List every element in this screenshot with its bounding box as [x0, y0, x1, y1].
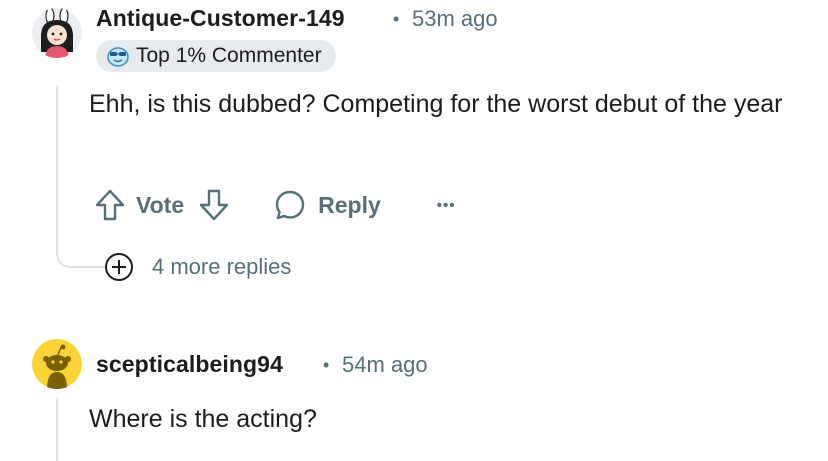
sunglasses-emoji-icon [106, 45, 130, 67]
thread-line[interactable] [56, 398, 58, 461]
avatar-snoo-icon[interactable] [32, 339, 82, 389]
more-replies-label: 4 more replies [152, 254, 292, 279]
more-replies-button[interactable]: 4 more replies [104, 252, 291, 282]
user-flair-badge: Top 1% Commenter [96, 40, 336, 72]
comment-timestamp[interactable]: 53m ago [412, 6, 498, 32]
thread-line[interactable] [56, 86, 58, 254]
thread-branch-curve [56, 238, 106, 268]
reply-label: Reply [318, 191, 381, 218]
comment-body: Ehh, is this dubbed? Competing for the w… [89, 90, 783, 118]
meta-separator: • [393, 9, 400, 29]
speech-bubble-icon [274, 189, 306, 221]
comment-timestamp[interactable]: 54m ago [342, 352, 428, 378]
reply-button[interactable]: Reply [274, 189, 381, 221]
avatar-bunny-girl-icon[interactable] [32, 8, 82, 58]
more-options-button[interactable]: ••• [437, 197, 456, 214]
downvote-arrow-icon[interactable] [198, 188, 230, 222]
comment-body: Where is the acting? [89, 405, 317, 433]
ellipsis-icon: ••• [436, 196, 456, 214]
comment-username[interactable]: scepticalbeing94 [96, 351, 283, 378]
vote-label: Vote [136, 191, 185, 218]
comment-username[interactable]: Antique-Customer-149 [96, 5, 345, 32]
flair-label: Top 1% Commenter [136, 44, 322, 67]
meta-separator: • [323, 355, 330, 375]
comment-actions-bar: Vote Reply ••• [94, 186, 456, 224]
plus-circle-icon [104, 252, 134, 282]
vote-group: Vote [94, 188, 230, 222]
upvote-arrow-icon[interactable] [94, 188, 126, 222]
